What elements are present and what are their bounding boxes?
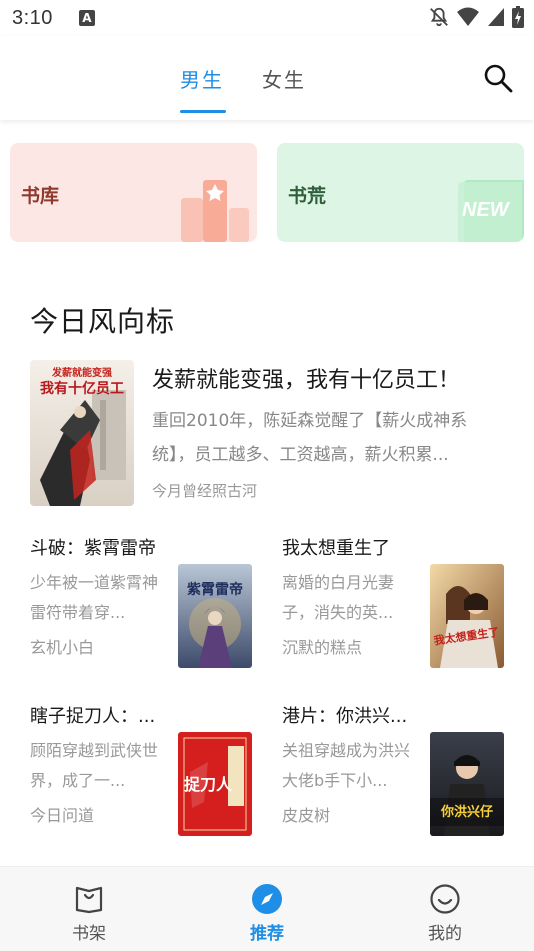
featured-book-title[interactable]: 发薪就能变强，我有十亿员工！: [152, 362, 460, 394]
book-author: 沉默的糕点: [282, 638, 363, 657]
book-card[interactable]: 瞎子捉刀人：... 顾陌穿越到武侠世界，成了一... 今日问道 捉刀人: [30, 702, 256, 842]
nav-mine-label: 我的: [428, 924, 462, 944]
search-icon[interactable]: [482, 62, 514, 94]
book-description: 关祖穿越成为洪兴大佬b手下小...: [282, 741, 411, 790]
book-author: 皮皮树: [282, 806, 331, 825]
top-header: 男生 女生: [0, 36, 534, 120]
library-card[interactable]: 书库: [10, 143, 257, 242]
bottom-nav: 书架 推荐 我的: [0, 866, 534, 951]
featured-book-author: 今月曾经照古河: [152, 482, 258, 500]
wifi-icon: [457, 7, 479, 26]
book-card[interactable]: 港片：你洪兴... 关祖穿越成为洪兴大佬b手下小... 皮皮树 你洪兴仔: [282, 702, 508, 842]
nav-bookshelf-label: 书架: [72, 924, 106, 944]
book-author: 玄机小白: [30, 638, 95, 657]
book-cover: 我太想重生了: [430, 564, 504, 668]
book-description: 少年被一道紫霄神雷符带着穿...: [30, 573, 159, 622]
tab-active-indicator: [180, 110, 226, 113]
bar-chart-star-icon: [181, 180, 249, 242]
library-label: 书库: [21, 185, 60, 207]
book-title: 我太想重生了: [282, 538, 390, 559]
tab-female[interactable]: 女生: [262, 64, 306, 93]
signal-icon: [488, 8, 504, 26]
book-title: 斗破：紫霄雷帝: [30, 538, 156, 559]
nav-bookshelf[interactable]: 书架: [29, 867, 149, 951]
book-shortage-card[interactable]: 书荒 NEW: [277, 143, 524, 242]
book-cover: 你洪兴仔: [430, 732, 504, 836]
book-cover-title: 紫霄雷帝: [187, 581, 243, 598]
compass-icon: [252, 884, 282, 914]
nav-recommend[interactable]: 推荐: [207, 867, 327, 951]
nav-mine[interactable]: 我的: [385, 867, 505, 951]
book-cover: 紫霄雷帝: [178, 564, 252, 668]
status-icons: [428, 6, 524, 28]
status-time: 3:10: [12, 6, 53, 29]
book-cover-title: 你洪兴仔: [440, 804, 493, 820]
section-title: 今日风向标: [30, 305, 176, 338]
nav-recommend-label: 推荐: [250, 924, 284, 944]
new-badge-icon: NEW: [458, 180, 524, 242]
featured-cover-line-1: 发薪就能变强: [51, 366, 112, 379]
book-description: 顾陌穿越到武侠世界，成了一...: [30, 741, 159, 790]
book-card[interactable]: 我太想重生了 离婚的白月光妻子，消失的英... 沉默的糕点 我太想重生了: [282, 534, 508, 674]
featured-book-cover[interactable]: 发薪就能变强 我有十亿员工: [30, 360, 134, 506]
book-cover: 捉刀人: [178, 732, 252, 836]
status-bar: 3:10 A: [0, 0, 534, 36]
notification-icon: A: [78, 10, 95, 26]
bookshelf-icon: [75, 886, 103, 914]
mute-icon: [430, 7, 448, 27]
new-badge-text: NEW: [462, 199, 511, 221]
book-title: 港片：你洪兴...: [282, 706, 408, 727]
featured-book-description: 重回2010年，陈延森觉醒了【薪火成神系统】，员工越多、工资越高，薪火积累...: [152, 411, 468, 465]
book-shortage-label: 书荒: [288, 185, 327, 207]
book-author: 今日问道: [30, 806, 95, 825]
book-title: 瞎子捉刀人：...: [30, 706, 156, 727]
featured-cover-line-2: 我有十亿员工: [40, 380, 124, 397]
book-card[interactable]: 斗破：紫霄雷帝 少年被一道紫霄神雷符带着穿... 玄机小白 紫霄雷帝: [30, 534, 256, 674]
book-description: 离婚的白月光妻子，消失的英...: [282, 573, 395, 622]
battery-icon: [512, 6, 524, 28]
tab-male[interactable]: 男生: [180, 64, 224, 93]
smile-icon: [430, 884, 460, 914]
